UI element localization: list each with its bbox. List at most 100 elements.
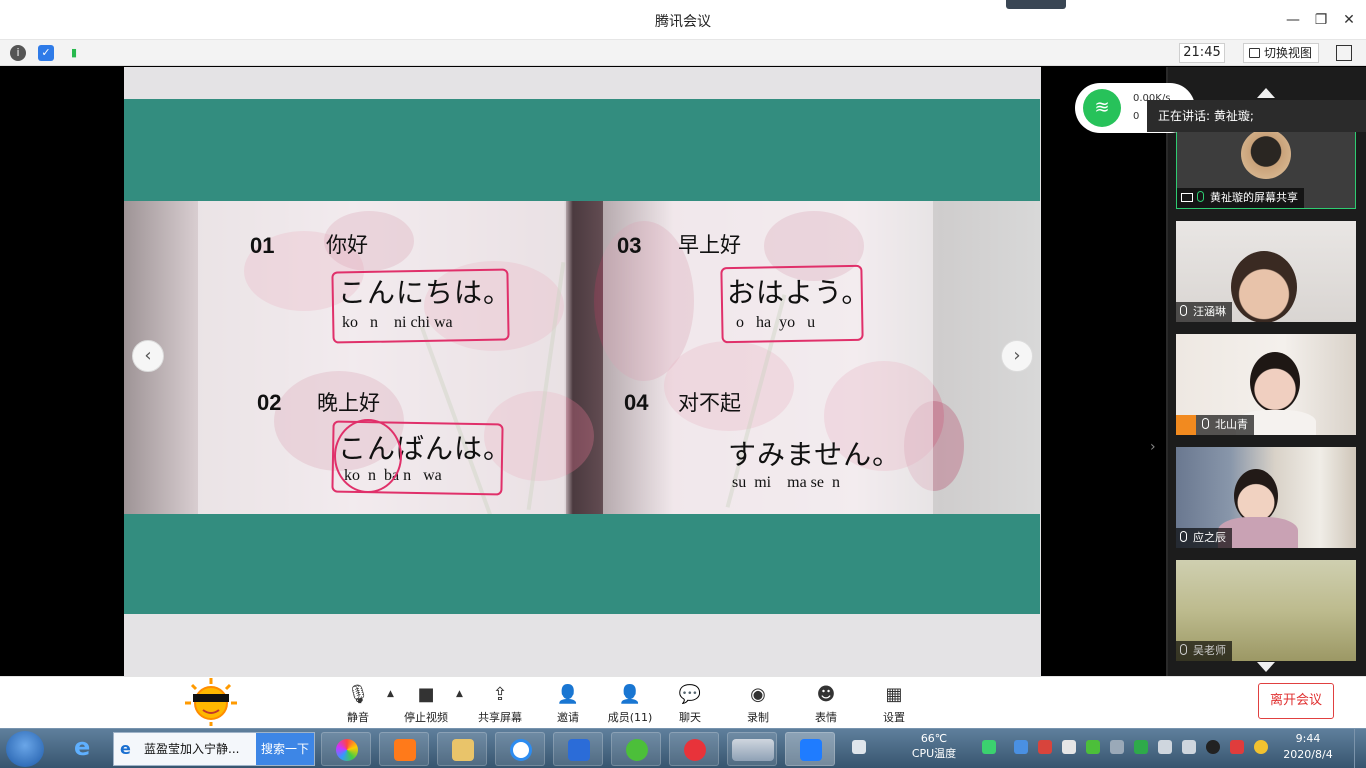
volume-tray-icon[interactable]	[1182, 740, 1196, 754]
video-person	[1231, 251, 1297, 322]
internet-explorer-icon[interactable]: e	[66, 731, 106, 767]
info-icon[interactable]: i	[10, 45, 26, 61]
participant-tile[interactable]: 北山青	[1176, 334, 1356, 435]
tray-icon[interactable]	[1230, 740, 1244, 754]
participant-name: 汪涵琳	[1193, 305, 1226, 318]
restore-button[interactable]: ❐	[1311, 10, 1331, 30]
taskbar-clock[interactable]: 9:44 2020/8/4	[1280, 731, 1336, 763]
switch-view-button[interactable]: 切换视图	[1243, 43, 1319, 63]
settings-button[interactable]: ▦ 设置	[862, 683, 926, 725]
tray-icon[interactable]	[1062, 740, 1076, 754]
switch-view-icon	[1249, 48, 1260, 58]
participant-tile[interactable]: 应之辰	[1176, 447, 1356, 548]
mute-label: 静音	[347, 711, 369, 724]
taskbar-app[interactable]	[669, 732, 719, 766]
video-camera-icon: ■	[417, 684, 435, 705]
meeting-window: 腾讯会议 — ❐ ✕ i ✓ ▮ 21:45 切换视图 01 你好 こんにちは。…	[0, 0, 1366, 768]
minimize-button[interactable]: —	[1283, 10, 1303, 30]
security-tray-icon[interactable]	[1134, 740, 1148, 754]
participant-label: 汪涵琳	[1176, 302, 1232, 322]
start-button[interactable]	[6, 731, 44, 767]
leave-meeting-button[interactable]: 离开会议	[1258, 683, 1334, 719]
taskbar-app[interactable]	[437, 732, 487, 766]
tray-icon[interactable]	[1086, 740, 1100, 754]
record-icon: ◉	[750, 684, 766, 705]
baidu-netdisk-icon	[510, 739, 532, 761]
speaking-text: 正在讲话: 黄祉璇;	[1158, 109, 1254, 123]
taskbar-search-box[interactable]: e 蓝盈莹加入宁静... 搜索一下	[113, 732, 315, 766]
upload-rate: 0	[1133, 111, 1140, 122]
stop-video-button[interactable]: ■ 停止视频	[394, 683, 458, 725]
file-explorer-icon	[452, 739, 474, 761]
members-button[interactable]: 👤 成员(11)	[598, 683, 662, 725]
search-button[interactable]: 搜索一下	[256, 733, 314, 765]
share-screen-button[interactable]: ⇪ 共享屏幕	[468, 683, 532, 725]
reactions-button[interactable]: ☻ 表情	[794, 683, 858, 725]
participant-label: 应之辰	[1176, 528, 1232, 548]
tray-icon[interactable]	[1110, 740, 1124, 754]
taskbar-app[interactable]	[379, 732, 429, 766]
photo-app-icon	[336, 739, 358, 761]
fullscreen-icon[interactable]	[1336, 45, 1352, 61]
switch-view-label: 切换视图	[1264, 46, 1313, 60]
audio-options-caret[interactable]: ▲	[387, 689, 394, 699]
scroll-down-icon[interactable]	[1257, 662, 1275, 672]
next-slide-button[interactable]: ›	[1001, 340, 1033, 372]
participant-tile[interactable]: 汪涵琳	[1176, 221, 1356, 322]
reactions-label: 表情	[815, 711, 837, 724]
wifi-tray-icon[interactable]	[982, 740, 996, 754]
title-bar: 腾讯会议 — ❐ ✕	[0, 0, 1366, 40]
wps-icon	[568, 739, 590, 761]
taskbar-app[interactable]	[611, 732, 661, 766]
keyboard-icon[interactable]	[852, 740, 866, 754]
scroll-up-icon[interactable]	[1257, 88, 1275, 98]
record-button[interactable]: ◉ 录制	[726, 683, 790, 725]
video-person	[1234, 469, 1278, 523]
previous-slide-button[interactable]: ‹	[132, 340, 164, 372]
video-person	[1250, 352, 1300, 412]
network-tray-icon[interactable]	[1158, 740, 1172, 754]
cpu-temp-value: 66℃	[920, 732, 948, 745]
item-number: 04	[624, 390, 649, 415]
qq-tray-icon[interactable]	[1206, 740, 1220, 754]
search-text: 蓝盈莹加入宁静...	[144, 742, 240, 756]
tray-icon[interactable]	[1254, 740, 1268, 754]
ink-annotation	[334, 419, 402, 493]
invite-button[interactable]: 👤 邀请	[536, 683, 600, 725]
show-desktop-button[interactable]	[1354, 728, 1366, 768]
taskbar-app[interactable]	[495, 732, 545, 766]
chat-label: 聊天	[679, 711, 701, 724]
record-label: 录制	[747, 711, 769, 724]
taskbar-app[interactable]	[785, 732, 835, 766]
participant-name: 吴老师	[1193, 644, 1226, 657]
taskbar-app[interactable]	[321, 732, 371, 766]
panel-toggle-icon[interactable]: ›	[1150, 439, 1164, 459]
chat-button[interactable]: 💬 聊天	[658, 683, 722, 725]
mute-button[interactable]: 🎙 静音	[326, 683, 390, 725]
speaking-indicator: 正在讲话: 黄祉璇;	[1147, 100, 1366, 132]
window-thumbnail-icon	[732, 739, 774, 761]
participant-tile[interactable]: 吴老师	[1176, 560, 1356, 661]
stop-video-label: 停止视频	[404, 711, 448, 724]
weibo-icon	[684, 739, 706, 761]
item-romaji: su mi ma se n	[732, 474, 840, 491]
cpu-temp-label: CPU温度	[911, 747, 957, 760]
window-notch	[1006, 0, 1066, 9]
close-button[interactable]: ✕	[1339, 10, 1359, 30]
screen-share-icon	[1181, 193, 1193, 202]
shield-icon[interactable]: ✓	[38, 45, 54, 61]
video-options-caret[interactable]: ▲	[456, 689, 463, 699]
item-chinese: 早上好	[678, 233, 741, 257]
sun-sticker-icon	[185, 678, 237, 726]
taskbar-app[interactable]	[553, 732, 603, 766]
microphone-icon: 🎙	[346, 684, 370, 705]
participant-label: 北山青	[1176, 415, 1254, 435]
ink-annotation	[331, 268, 510, 344]
tray-icon[interactable]	[1014, 740, 1028, 754]
signal-bars-icon[interactable]: ▮	[66, 45, 82, 61]
taskbar-app[interactable]	[727, 732, 777, 766]
microphone-icon	[1180, 644, 1187, 655]
tray-icon[interactable]	[1038, 740, 1052, 754]
share-screen-icon: ⇪	[492, 684, 508, 705]
microphone-icon	[1202, 418, 1209, 429]
